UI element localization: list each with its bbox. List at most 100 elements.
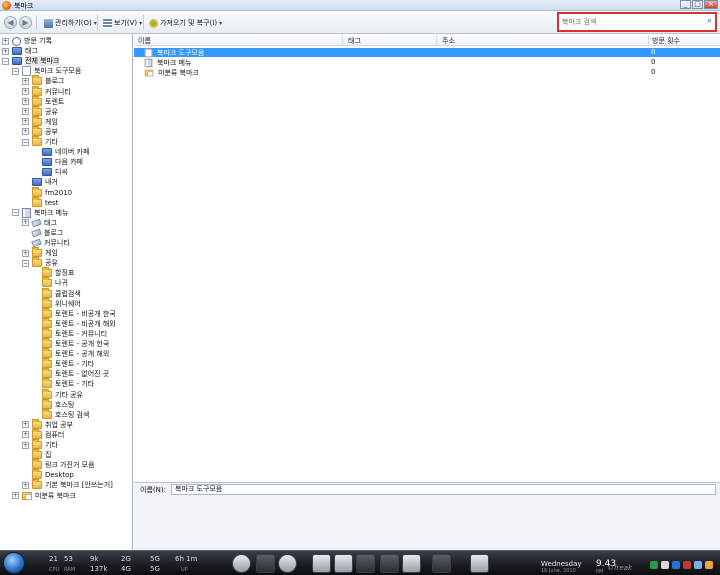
tree-item[interactable]: 기타 공유 bbox=[32, 388, 83, 400]
tree-item[interactable]: + 공유 bbox=[22, 105, 58, 117]
name-field[interactable]: 북마크 도구모음 bbox=[171, 484, 716, 495]
tree-item[interactable]: + 태그 bbox=[22, 218, 57, 228]
column-name[interactable]: 이름 bbox=[138, 36, 151, 46]
expand-toggle[interactable]: + bbox=[22, 98, 29, 106]
tree-item[interactable]: − 기타 bbox=[22, 136, 58, 147]
tree-item[interactable]: + 방문 기록 bbox=[2, 36, 52, 46]
bookmark-list[interactable]: 이름 태그 주소 방문 횟수 북마크 도구모음 0 북마크 메뉴 0 미분류 북마크 0 bbox=[134, 34, 720, 482]
tray-shield-icon[interactable] bbox=[650, 561, 658, 569]
a-dock-icon[interactable] bbox=[356, 554, 375, 573]
tree-item[interactable]: + 공부 bbox=[22, 125, 58, 137]
forward-button[interactable]: ▶ bbox=[19, 16, 32, 29]
tray-flag-icon[interactable] bbox=[694, 561, 702, 569]
tree-item[interactable]: + 태그 bbox=[2, 46, 38, 56]
expand-toggle[interactable]: + bbox=[2, 37, 9, 45]
start-button[interactable] bbox=[3, 552, 25, 574]
tree-item[interactable]: 위니쉐어 bbox=[32, 297, 81, 309]
expand-toggle[interactable]: + bbox=[22, 77, 29, 85]
column-visit-count[interactable]: 방문 횟수 bbox=[652, 36, 680, 46]
monitor-dock-icon[interactable] bbox=[380, 554, 399, 573]
tree-item-label: 네이버 카페 bbox=[55, 148, 90, 157]
bookmark-tree[interactable]: + 방문 기록 + 태그 − 전체 북마크 − 북마크 도구모음 + 블로그 + 커뮤니티 + 토렌트 + 공… bbox=[0, 34, 133, 550]
star-dock-icon[interactable] bbox=[402, 554, 421, 573]
tree-item[interactable]: 네이버 카페 bbox=[32, 147, 89, 157]
tree-item[interactable]: + 토렌트 bbox=[22, 95, 64, 107]
bookmark-search-box[interactable]: ⌕ bbox=[557, 12, 717, 32]
expand-toggle[interactable]: + bbox=[22, 249, 29, 257]
search-input[interactable] bbox=[562, 16, 700, 28]
collapse-toggle[interactable]: − bbox=[22, 138, 29, 146]
expand-toggle[interactable]: + bbox=[22, 431, 29, 439]
usb-dock-icon[interactable] bbox=[470, 554, 489, 573]
tree-item[interactable]: + 기타 bbox=[22, 439, 58, 450]
tray-app-icon[interactable] bbox=[683, 561, 691, 569]
expand-toggle[interactable]: + bbox=[22, 421, 29, 429]
table-row[interactable]: 북마크 메뉴 0 bbox=[134, 58, 720, 68]
collapse-toggle[interactable]: − bbox=[22, 259, 29, 267]
expand-toggle[interactable]: + bbox=[22, 108, 29, 116]
window-dock-icon[interactable] bbox=[312, 554, 331, 573]
collapse-toggle[interactable]: − bbox=[12, 67, 19, 75]
tree-item[interactable]: + 게임 bbox=[22, 247, 58, 258]
column-divider[interactable] bbox=[648, 35, 649, 45]
tray-update-icon[interactable] bbox=[705, 561, 713, 569]
tree-item[interactable]: 다음 카페 bbox=[32, 157, 83, 167]
tree-item[interactable]: 블로그 bbox=[22, 228, 63, 238]
tree-item[interactable]: + 취업 공부 bbox=[22, 418, 73, 430]
expand-toggle[interactable]: + bbox=[12, 492, 19, 499]
expand-toggle[interactable]: + bbox=[22, 88, 29, 95]
tree-item[interactable]: 커뮤니티 bbox=[22, 238, 70, 248]
column-divider[interactable] bbox=[342, 35, 343, 45]
tree-item[interactable]: − 북마크 메뉴 bbox=[12, 207, 68, 218]
maximize-button[interactable]: □ bbox=[692, 0, 703, 9]
grid-dock-icon[interactable] bbox=[334, 554, 353, 573]
search-icon[interactable]: ⌕ bbox=[707, 16, 712, 27]
view-menu-button[interactable]: 보기(V) ▾ bbox=[103, 17, 142, 29]
tree-item[interactable]: 나귀 bbox=[32, 277, 68, 288]
tree-item[interactable]: + 기본 북마크 [안쓰는거] bbox=[22, 479, 113, 490]
expand-toggle[interactable]: + bbox=[22, 118, 29, 126]
tree-item[interactable]: test bbox=[22, 196, 58, 208]
laptop-dock-icon[interactable] bbox=[432, 554, 451, 573]
tree-item[interactable]: 디씨 bbox=[32, 167, 68, 177]
tree-item[interactable]: + 커뮤니티 bbox=[22, 85, 71, 97]
chrome-dock-icon[interactable] bbox=[278, 554, 297, 573]
organize-menu-button[interactable]: 관리하기(O) ▾ bbox=[44, 17, 97, 29]
tree-item[interactable]: + 컴퓨터 bbox=[22, 428, 64, 440]
expand-toggle[interactable]: + bbox=[22, 219, 29, 227]
back-button[interactable]: ◀ bbox=[4, 16, 17, 29]
tree-item[interactable]: + 게임 bbox=[22, 115, 58, 127]
tree-item[interactable]: 호스팅 검색 bbox=[32, 408, 90, 420]
tree-item[interactable]: 내거 bbox=[22, 177, 58, 187]
tray-network-icon[interactable] bbox=[661, 561, 669, 569]
column-tags[interactable]: 태그 bbox=[348, 36, 361, 46]
tree-item[interactable]: + 블로그 bbox=[22, 75, 64, 86]
column-divider[interactable] bbox=[436, 35, 437, 45]
import-backup-menu-button[interactable]: 가져오기 및 복구(I) ▾ bbox=[149, 17, 222, 29]
tree-item[interactable]: 호스팅 bbox=[32, 398, 74, 410]
tray-volume-icon[interactable] bbox=[672, 561, 680, 569]
tree-item[interactable]: 클럽검색 bbox=[32, 287, 81, 299]
tree-item[interactable]: 할징표 bbox=[32, 267, 74, 278]
column-location[interactable]: 주소 bbox=[442, 36, 455, 46]
folder-icon bbox=[32, 136, 42, 146]
table-row[interactable]: 북마크 도구모음 0 bbox=[134, 48, 720, 58]
table-row[interactable]: 미분류 북마크 0 bbox=[134, 68, 720, 77]
collapse-toggle[interactable]: − bbox=[12, 209, 19, 217]
tree-item[interactable]: + 미분류 북마크 bbox=[12, 491, 76, 501]
tree-item[interactable]: − 북마크 도구모음 bbox=[12, 66, 81, 77]
expand-toggle[interactable]: + bbox=[22, 441, 29, 449]
expand-toggle[interactable]: + bbox=[22, 128, 29, 136]
disk-dock-icon[interactable] bbox=[256, 554, 275, 573]
collapse-toggle[interactable]: − bbox=[2, 57, 9, 65]
tree-item[interactable]: Desktop bbox=[22, 469, 74, 480]
tree-item[interactable]: − 전체 북마크 bbox=[2, 56, 60, 67]
tree-item-label: 호스팅 검색 bbox=[55, 410, 90, 419]
expand-toggle[interactable]: + bbox=[2, 47, 9, 55]
expand-toggle[interactable]: + bbox=[22, 481, 29, 489]
firefox-dock-icon[interactable] bbox=[232, 554, 251, 573]
close-button[interactable]: × bbox=[704, 0, 718, 9]
minimize-button[interactable]: _ bbox=[680, 0, 691, 9]
tree-item[interactable]: − 공유 bbox=[22, 257, 58, 268]
tree-item[interactable]: fm2010 bbox=[22, 186, 72, 198]
